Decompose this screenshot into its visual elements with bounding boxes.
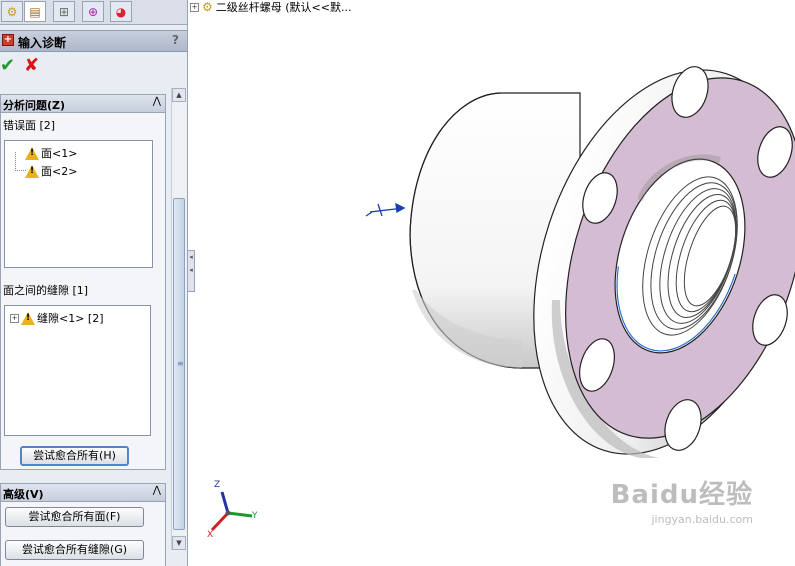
warning-icon xyxy=(25,146,39,160)
face-item-label: 面<2> xyxy=(41,165,78,178)
watermark-brand: Baidu经验 xyxy=(610,480,753,510)
configuration-manager-tab[interactable]: ⊞ xyxy=(53,1,75,22)
property-manager-icon: ▤ xyxy=(29,4,41,19)
tree-connector xyxy=(15,152,26,171)
collapse-icon[interactable]: ⋀ xyxy=(153,96,161,107)
part-icon: ⚙ xyxy=(202,0,213,14)
property-manager-panel: ⚙ ▤ ⊞ ⊕ ◕ + 输入诊断 ? ✔ ✘ 分析问题(Z) ⋀ 错误面 [2]… xyxy=(0,0,188,566)
analyze-problems-group: 分析问题(Z) ⋀ 错误面 [2] 面<1> 面<2> 面之间的缝隙 [1] +… xyxy=(0,94,166,470)
triad-z-label: Z xyxy=(214,480,221,490)
scroll-down-arrow[interactable]: ▼ xyxy=(172,536,186,550)
gap-item-label: 缝隙<1> [2] xyxy=(37,312,104,325)
feature-tree-tab[interactable]: ⚙ xyxy=(1,1,23,22)
heal-all-button[interactable]: 尝试愈合所有(H) xyxy=(20,446,129,466)
warning-icon xyxy=(25,164,39,178)
list-item[interactable]: + 缝隙<1> [2] xyxy=(10,310,104,326)
feature-tree-icon: ⚙ xyxy=(6,4,18,19)
display-manager-tab[interactable]: ◕ xyxy=(110,1,132,22)
expand-icon[interactable]: + xyxy=(190,2,199,12)
warning-icon xyxy=(21,311,35,325)
collapse-icon[interactable]: ⋀ xyxy=(153,485,161,496)
advanced-header[interactable]: 高级(V) ⋀ xyxy=(1,484,165,502)
panel-title-bar: + 输入诊断 ? xyxy=(0,30,187,52)
property-manager-tab[interactable]: ▤ xyxy=(24,1,46,22)
expand-icon[interactable]: + xyxy=(10,313,19,323)
advanced-title: 高级(V) xyxy=(3,488,44,501)
panel-title: 输入诊断 xyxy=(18,36,67,50)
faulty-faces-label: 错误面 [2] xyxy=(3,119,56,132)
heal-all-faces-button[interactable]: 尝试愈合所有面(F) xyxy=(5,507,144,527)
import-diagnostics-icon: + xyxy=(2,34,14,46)
triad-x-label: X xyxy=(207,530,214,540)
triad-y-label: Y xyxy=(252,511,258,521)
scroll-thumb[interactable]: ≡ xyxy=(173,198,185,530)
grip-icon: ≡ xyxy=(177,359,184,368)
gaps-list[interactable]: + 缝隙<1> [2] xyxy=(4,305,151,436)
list-item[interactable]: 面<2> xyxy=(25,163,77,179)
cancel-button[interactable]: ✘ xyxy=(24,55,39,76)
analyze-problems-header[interactable]: 分析问题(Z) ⋀ xyxy=(1,95,165,113)
coordinate-triad xyxy=(210,491,253,532)
origin-marker xyxy=(365,202,406,217)
manager-tabs: ⚙ ▤ ⊞ ⊕ ◕ xyxy=(0,0,187,25)
help-button[interactable]: ? xyxy=(172,33,179,47)
gaps-label: 面之间的缝隙 [1] xyxy=(3,284,89,297)
heal-all-gaps-button[interactable]: 尝试愈合所有缝隙(G) xyxy=(5,540,144,560)
baidu-watermark: Baidu经验 jingyan.baidu.com xyxy=(611,474,753,526)
display-manager-icon: ◕ xyxy=(115,4,127,19)
watermark-url: jingyan.baidu.com xyxy=(651,513,753,526)
feature-tree-root[interactable]: + ⚙ 二级丝杆螺母 (默认<<默... xyxy=(190,0,351,14)
analyze-problems-title: 分析问题(Z) xyxy=(3,99,66,112)
ok-button[interactable]: ✔ xyxy=(0,55,15,76)
list-item[interactable]: 面<1> xyxy=(25,145,77,161)
configuration-manager-icon: ⊞ xyxy=(58,4,70,19)
part-name: 二级丝杆螺母 (默认<<默... xyxy=(215,1,352,14)
faulty-faces-list[interactable]: 面<1> 面<2> xyxy=(4,140,153,268)
face-item-label: 面<1> xyxy=(41,147,78,160)
dimxpert-icon: ⊕ xyxy=(87,4,99,19)
scroll-up-arrow[interactable]: ▲ xyxy=(172,88,186,102)
panel-scrollbar[interactable]: ▲ ≡ ▼ xyxy=(171,88,187,550)
advanced-group: 高级(V) ⋀ 尝试愈合所有面(F) 尝试愈合所有缝隙(G) xyxy=(0,483,166,566)
dimxpert-tab[interactable]: ⊕ xyxy=(82,1,104,22)
